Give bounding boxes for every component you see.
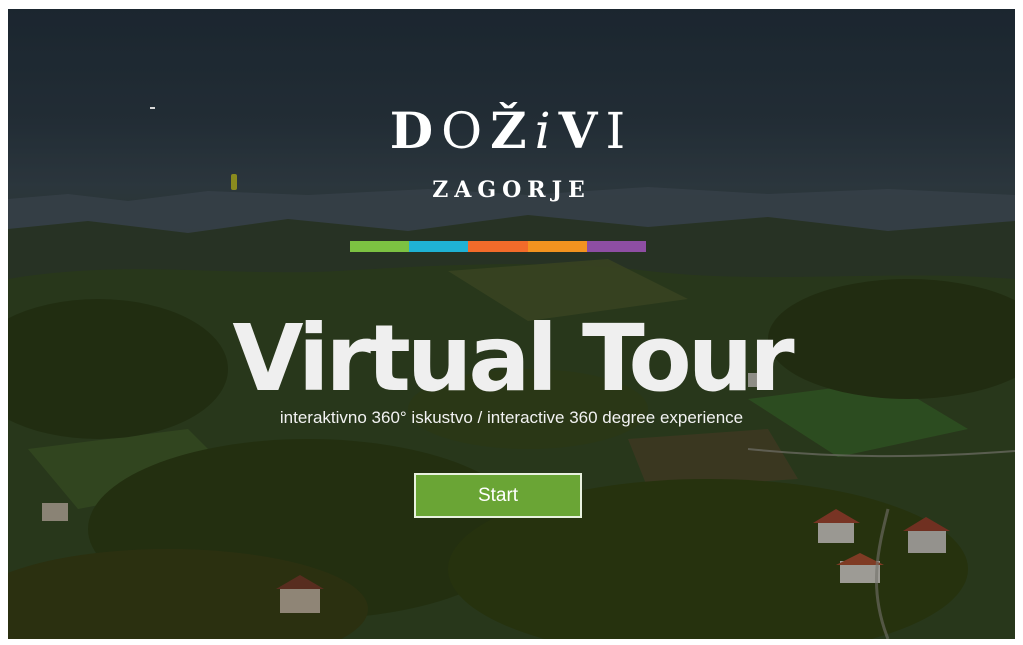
start-button[interactable]: Start <box>414 473 582 518</box>
tour-splash-screen: DOŽiVI ZAGORJE Virtual Tour interaktivno… <box>8 9 1015 639</box>
logo-letter: V <box>558 101 606 160</box>
logo-wordmark: DOŽiVI <box>8 101 1015 161</box>
stripe-segment <box>350 241 410 252</box>
logo-color-stripe <box>350 241 647 252</box>
dozivi-zagorje-logo: DOŽiVI ZAGORJE <box>8 101 1015 203</box>
logo-letter: Ž <box>490 101 535 160</box>
logo-subtitle: ZAGORJE <box>432 177 591 203</box>
stripe-segment <box>586 241 647 252</box>
page-subtitle: interaktivno 360° iskustvo / interactive… <box>279 408 744 427</box>
page-title: Virtual Tour <box>232 305 794 412</box>
logo-letter: O <box>441 102 491 160</box>
logo-letter: I <box>605 102 634 160</box>
logo-letter: i <box>534 102 559 160</box>
stripe-segment <box>468 241 528 252</box>
stripe-segment <box>527 241 587 252</box>
logo-letter: D <box>389 101 442 160</box>
stripe-segment <box>409 241 469 252</box>
